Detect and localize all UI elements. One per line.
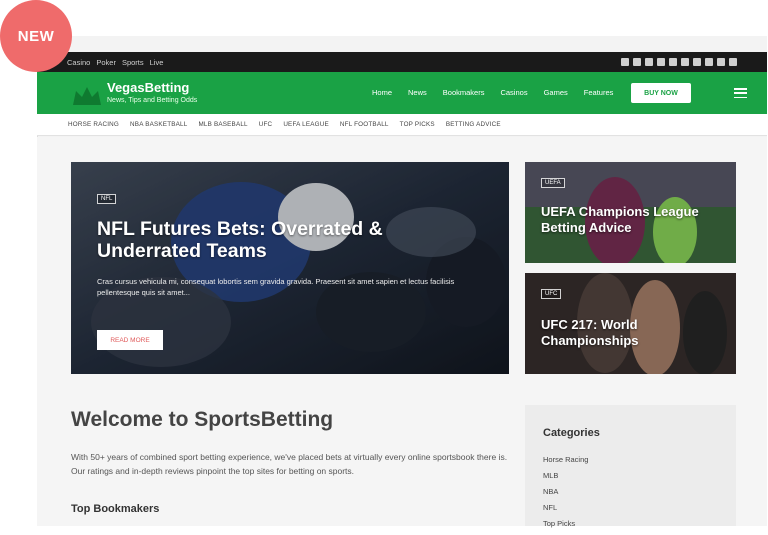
top-bar: Casino Poker Sports Live — [37, 52, 767, 72]
category-nba[interactable]: NBA — [543, 487, 588, 503]
top-link-poker[interactable]: Poker — [96, 58, 116, 67]
instagram-icon[interactable] — [669, 58, 677, 66]
nav-games[interactable]: Games — [544, 88, 568, 97]
intro-text: With 50+ years of combined sport betting… — [71, 452, 508, 476]
nav-news[interactable]: News — [408, 88, 427, 97]
menu-icon[interactable] — [734, 88, 747, 98]
hero-title[interactable]: NFL Futures Bets: Overrated & Underrated… — [97, 218, 427, 262]
brand-name: VegasBetting — [107, 80, 190, 95]
subnav-mlb-baseball[interactable]: MLB BASEBALL — [198, 121, 247, 128]
google-plus-icon[interactable] — [645, 58, 653, 66]
buy-now-button[interactable]: BUY NOW — [631, 83, 691, 103]
category-top-picks[interactable]: Top Picks — [543, 519, 588, 535]
hero-tag[interactable]: NFL — [97, 194, 117, 204]
nav-bookmakers[interactable]: Bookmakers — [443, 88, 485, 97]
social-icons — [621, 58, 737, 66]
top-bookmakers-heading: Top Bookmakers — [71, 503, 160, 515]
crown-logo-icon[interactable] — [73, 85, 101, 105]
youtube-icon[interactable] — [729, 58, 737, 66]
facebook-icon[interactable] — [621, 58, 629, 66]
top-links: Casino Poker Sports Live — [67, 58, 163, 67]
pinterest-icon[interactable] — [657, 58, 665, 66]
category-horse-racing[interactable]: Horse Racing — [543, 455, 588, 471]
linkedin-icon[interactable] — [681, 58, 689, 66]
hero-card[interactable]: NFL NFL Futures Bets: Overrated & Underr… — [71, 162, 509, 374]
ufc-tag[interactable]: UFC — [541, 289, 562, 299]
subnav-horse-racing[interactable]: HORSE RACING — [68, 121, 119, 128]
subnav-nfl-football[interactable]: NFL FOOTBALL — [340, 121, 389, 128]
tumblr-icon[interactable] — [693, 58, 701, 66]
hero-excerpt: Cras cursus vehicula mi, consequat lobor… — [97, 277, 455, 297]
categories-widget: Categories Horse Racing MLB NBA NFL Top … — [525, 405, 736, 528]
reddit-icon[interactable] — [717, 58, 725, 66]
category-nfl[interactable]: NFL — [543, 503, 588, 519]
nav-casinos[interactable]: Casinos — [500, 88, 527, 97]
subnav-betting-advice[interactable]: BETTING ADVICE — [446, 121, 501, 128]
rss-icon[interactable] — [705, 58, 713, 66]
ufc-title[interactable]: UFC 217: World Championships — [541, 317, 691, 349]
side-card-uefa[interactable]: UEFA UEFA Champions League Betting Advic… — [525, 162, 736, 263]
top-link-casino[interactable]: Casino — [67, 58, 90, 67]
site-header: VegasBetting News, Tips and Betting Odds… — [37, 72, 767, 114]
read-more-button[interactable]: READ MORE — [97, 330, 163, 350]
uefa-tag[interactable]: UEFA — [541, 178, 565, 188]
categories-list: Horse Racing MLB NBA NFL Top Picks — [543, 455, 588, 535]
subnav-ufc[interactable]: UFC — [259, 121, 273, 128]
brand-tagline: News, Tips and Betting Odds — [107, 97, 198, 104]
subnav-nba-basketball[interactable]: NBA BASKETBALL — [130, 121, 187, 128]
category-mlb[interactable]: MLB — [543, 471, 588, 487]
uefa-title[interactable]: UEFA Champions League Betting Advice — [541, 204, 731, 236]
nav-home[interactable]: Home — [372, 88, 392, 97]
categories-title: Categories — [543, 427, 600, 439]
new-badge: NEW — [0, 0, 72, 72]
category-nav: HORSE RACING NBA BASKETBALL MLB BASEBALL… — [37, 114, 767, 136]
side-card-ufc[interactable]: UFC UFC 217: World Championships — [525, 273, 736, 374]
brand[interactable]: VegasBetting News, Tips and Betting Odds — [107, 80, 197, 105]
main-nav: Home News Bookmakers Casinos Games Featu… — [372, 88, 629, 97]
top-link-live[interactable]: Live — [150, 58, 164, 67]
nav-features[interactable]: Features — [584, 88, 614, 97]
subnav-top-picks[interactable]: TOP PICKS — [400, 121, 435, 128]
twitter-icon[interactable] — [633, 58, 641, 66]
page-title: Welcome to SportsBetting — [71, 408, 334, 431]
subnav-uefa-league[interactable]: UEFA LEAGUE — [283, 121, 329, 128]
top-link-sports[interactable]: Sports — [122, 58, 144, 67]
